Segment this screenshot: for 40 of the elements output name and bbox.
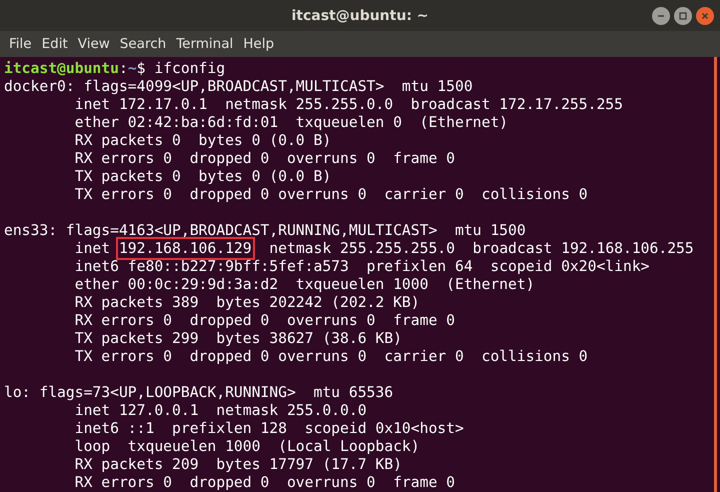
menu-item[interactable]: Terminal — [171, 36, 238, 52]
terminal-line: RX packets 209 bytes 17797 (17.7 KB) — [74, 456, 403, 474]
terminal-line: TX errors 0 dropped 0 overruns 0 carrier 0 collisions 0 — [74, 186, 589, 204]
terminal-line: docker0: flags=4099<UP,BROADCAST,MULTICAST> mtu 1500 — [4, 78, 474, 96]
menu-item[interactable]: Edit — [36, 36, 73, 52]
terminal-line: inet6 fe80::b227:9bff:5fef:a573 prefixlen 64 scopeid 0x20<link> — [74, 258, 651, 276]
terminal-line: TX packets 0 bytes 0 (0.0 B) — [74, 168, 332, 186]
prompt-path: ~ — [128, 60, 137, 77]
menu-item[interactable]: View — [72, 36, 115, 52]
close-icon — [700, 11, 710, 21]
terminal-line: inet 127.0.0.1 netmask 255.0.0.0 — [74, 402, 368, 420]
maximize-icon — [678, 11, 688, 21]
terminal-line: ens33: flags=4163<UP,BROADCAST,RUNNING,MULTICAST> mtu 1500 — [4, 222, 527, 240]
prompt-user-host: itcast@ubuntu — [4, 60, 119, 77]
terminal-line: RX packets 0 bytes 0 (0.0 B) — [74, 132, 332, 150]
menu-item[interactable]: File — [4, 36, 37, 52]
terminal-line: TX packets 299 bytes 38627 (38.6 KB) — [74, 330, 403, 348]
terminal-text: netmask 255.255.255.0 broadcast 192.168.106.255 — [268, 240, 694, 257]
terminal-line: inet 172.17.0.1 netmask 255.255.0.0 broadcast 172.17.255.255 — [74, 96, 624, 114]
terminal-text: inet — [74, 240, 112, 257]
terminal-line: TX errors 0 dropped 0 overruns 0 carrier 0 collisions 0 — [74, 348, 589, 366]
maximize-button[interactable] — [674, 7, 692, 25]
menu-item[interactable]: Search — [114, 36, 172, 52]
terminal-line: RX errors 0 dropped 0 overruns 0 frame 0 — [74, 312, 456, 330]
terminal-line: ether 00:0c:29:9d:3a:d2 txqueuelen 1000 (Ethernet) — [74, 276, 536, 294]
terminal-line: ether 02:42:ba:6d:fd:01 txqueuelen 0 (Ethernet) — [74, 114, 510, 132]
terminal-line: RX errors 0 dropped 0 overruns 0 frame 0 — [74, 150, 456, 168]
prompt-separator: : — [118, 60, 128, 77]
terminal-line: RX errors 0 dropped 0 overruns 0 frame 0 — [74, 474, 456, 492]
scrollbar[interactable] — [714, 57, 717, 492]
terminal-line: inet6 ::1 prefixlen 128 scopeid 0x10<host> — [74, 420, 465, 438]
highlighted-ip-address: 192.168.106.129 — [118, 240, 252, 257]
close-button[interactable] — [696, 7, 714, 25]
terminal-line: lo: flags=73<UP,LOOPBACK,RUNNING> mtu 65536 — [4, 384, 394, 402]
window-title: itcast@ubuntu: ~ — [291, 8, 429, 24]
terminal-line: loop txqueuelen 1000 (Local Loopback) — [74, 438, 421, 456]
minimize-button[interactable] — [652, 7, 670, 25]
command-text: $ ifconfig — [136, 60, 226, 77]
menu-item[interactable]: Help — [238, 36, 280, 52]
terminal-line: RX packets 389 bytes 202242 (202.2 KB) — [74, 294, 421, 312]
